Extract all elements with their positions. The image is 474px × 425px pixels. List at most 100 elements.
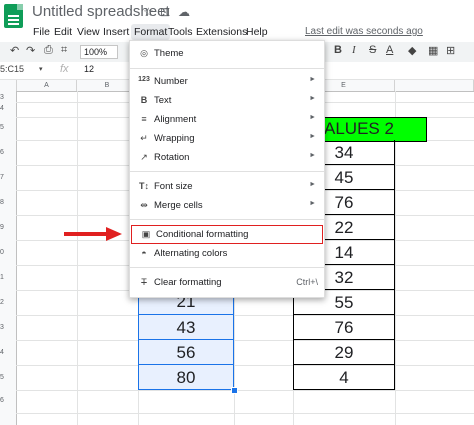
submenu-arrow-icon: ► <box>309 181 316 188</box>
palette-icon: ◎ <box>140 48 148 58</box>
formula-input[interactable]: 12 <box>84 64 94 74</box>
clear-format-icon: T <box>141 277 147 287</box>
row-header[interactable]: 9 <box>0 224 16 231</box>
menu-item-label: Number <box>154 76 188 87</box>
row-header[interactable]: 0 <box>0 249 16 256</box>
submenu-arrow-icon: ► <box>309 200 316 207</box>
row-header[interactable]: 4 <box>0 349 16 356</box>
row-header[interactable]: 3 <box>0 94 16 101</box>
menu-tools[interactable]: Tools <box>165 24 196 40</box>
menu-divider <box>130 68 324 69</box>
submenu-arrow-icon: ► <box>309 76 316 83</box>
cloud-status-icon[interactable]: ☁ <box>178 5 190 19</box>
grid-line <box>16 340 474 341</box>
italic-icon[interactable]: I <box>352 44 356 56</box>
row-header[interactable]: 4 <box>0 105 16 112</box>
zoom-select[interactable]: 100% <box>80 45 118 59</box>
submenu-arrow-icon: ► <box>309 95 316 102</box>
menu-item-label: Clear formatting <box>154 277 222 288</box>
bold-icon[interactable]: B <box>334 44 342 56</box>
cell-e[interactable]: 76 <box>293 315 395 340</box>
menu-item-label: Rotation <box>154 152 190 163</box>
row-header[interactable]: 8 <box>0 199 16 206</box>
column-header-f[interactable] <box>395 80 474 91</box>
format-menu-number[interactable]: 123 Number ► <box>130 73 324 91</box>
borders-icon[interactable]: ▦ <box>428 44 438 57</box>
format-menu-theme[interactable]: ◎ Theme <box>130 45 324 63</box>
format-menu-merge-cells[interactable]: ⇹ Merge cells ► <box>130 197 324 215</box>
column-header-a[interactable]: A <box>17 80 77 91</box>
submenu-arrow-icon: ► <box>309 133 316 140</box>
row-header[interactable]: 1 <box>0 274 16 281</box>
redo-icon[interactable]: ↷ <box>26 44 35 57</box>
menu-item-label: Text <box>154 95 172 106</box>
sheets-logo[interactable] <box>4 4 23 28</box>
menu-extensions[interactable]: Extensions <box>193 24 250 40</box>
name-box[interactable]: 5:C15 <box>0 64 24 74</box>
row-header[interactable]: 2 <box>0 299 16 306</box>
cell-e[interactable]: 4 <box>293 365 395 390</box>
menu-divider <box>130 219 324 220</box>
row-headers: 3 4 5 6 7 8 9 0 1 2 3 4 5 6 <box>0 91 17 425</box>
text-color-icon[interactable]: A <box>386 44 393 56</box>
cell-c[interactable]: 43 <box>138 315 234 340</box>
conditional-format-icon: ▣ <box>141 229 151 239</box>
row-header[interactable]: 7 <box>0 174 16 181</box>
menu-item-label: Alternating colors <box>154 248 228 259</box>
row-header[interactable]: 3 <box>0 324 16 331</box>
format-menu-conditional-formatting[interactable]: ▣ Conditional formatting <box>131 225 323 244</box>
merge-icon: ⇹ <box>140 200 148 210</box>
grid-line <box>77 91 78 425</box>
print-icon[interactable]: ⎙ <box>44 44 53 57</box>
move-folder-icon[interactable]: ⊡ <box>160 5 170 19</box>
star-icon[interactable]: ☆ <box>143 5 154 19</box>
menu-edit[interactable]: Edit <box>51 24 75 40</box>
rotate-icon: ↗ <box>140 152 148 162</box>
number-format-icon: 123 <box>138 76 150 83</box>
menu-item-label: Merge cells <box>154 200 203 211</box>
menu-view[interactable]: View <box>74 24 103 40</box>
menu-help[interactable]: Help <box>243 24 271 40</box>
undo-icon[interactable]: ↶ <box>10 44 19 57</box>
align-icon: ≡ <box>141 114 147 124</box>
cell-c[interactable]: 56 <box>138 340 234 365</box>
cell-e[interactable]: 29 <box>293 340 395 365</box>
menu-item-label: Conditional formatting <box>156 229 249 240</box>
fill-color-icon[interactable]: ◆ <box>408 44 416 57</box>
grid-line <box>16 413 474 414</box>
format-menu-wrapping[interactable]: ↵ Wrapping ► <box>130 130 324 148</box>
row-header[interactable]: 6 <box>0 149 16 156</box>
menu-insert[interactable]: Insert <box>100 24 132 40</box>
menu-file[interactable]: File <box>30 24 53 40</box>
grid-line <box>16 365 474 366</box>
cell-c[interactable]: 80 <box>138 365 234 390</box>
format-menu-rotation[interactable]: ↗ Rotation ► <box>130 149 324 167</box>
format-menu-text[interactable]: B Text ► <box>130 92 324 110</box>
chevron-down-icon[interactable]: ▾ <box>39 65 43 73</box>
fx-icon: fx <box>60 63 69 75</box>
menu-divider <box>130 171 324 172</box>
row-header[interactable]: 6 <box>0 397 16 404</box>
row-header[interactable]: 5 <box>0 124 16 131</box>
grid-line <box>16 390 474 391</box>
menu-shortcut: Ctrl+\ <box>296 277 318 287</box>
strikethrough-icon[interactable]: S <box>369 44 376 56</box>
menu-item-label: Wrapping <box>154 133 195 144</box>
menu-item-label: Font size <box>154 181 193 192</box>
select-all-corner[interactable] <box>0 80 17 91</box>
row-header[interactable]: 5 <box>0 374 16 381</box>
menu-divider <box>130 267 324 268</box>
format-menu-alternating-colors[interactable]: ◓ Alternating colors <box>130 245 324 263</box>
last-edit-link[interactable]: Last edit was seconds ago <box>305 26 423 37</box>
format-menu-font-size[interactable]: T↕ Font size ► <box>130 178 324 196</box>
submenu-arrow-icon: ► <box>309 114 316 121</box>
fill-drop-icon: ◓ <box>141 248 147 258</box>
format-menu-clear-formatting[interactable]: T Clear formatting Ctrl+\ <box>130 274 324 292</box>
paint-format-icon[interactable]: ⌗ <box>61 44 67 57</box>
merge-cells-icon[interactable]: ⊞ <box>446 44 455 57</box>
format-menu: ◎ Theme 123 Number ► B Text ► ≡ Alignmen… <box>129 40 325 298</box>
grid-line <box>16 315 474 316</box>
format-menu-alignment[interactable]: ≡ Alignment ► <box>130 111 324 129</box>
submenu-arrow-icon: ► <box>309 152 316 159</box>
selection-fill-handle[interactable] <box>231 387 238 394</box>
